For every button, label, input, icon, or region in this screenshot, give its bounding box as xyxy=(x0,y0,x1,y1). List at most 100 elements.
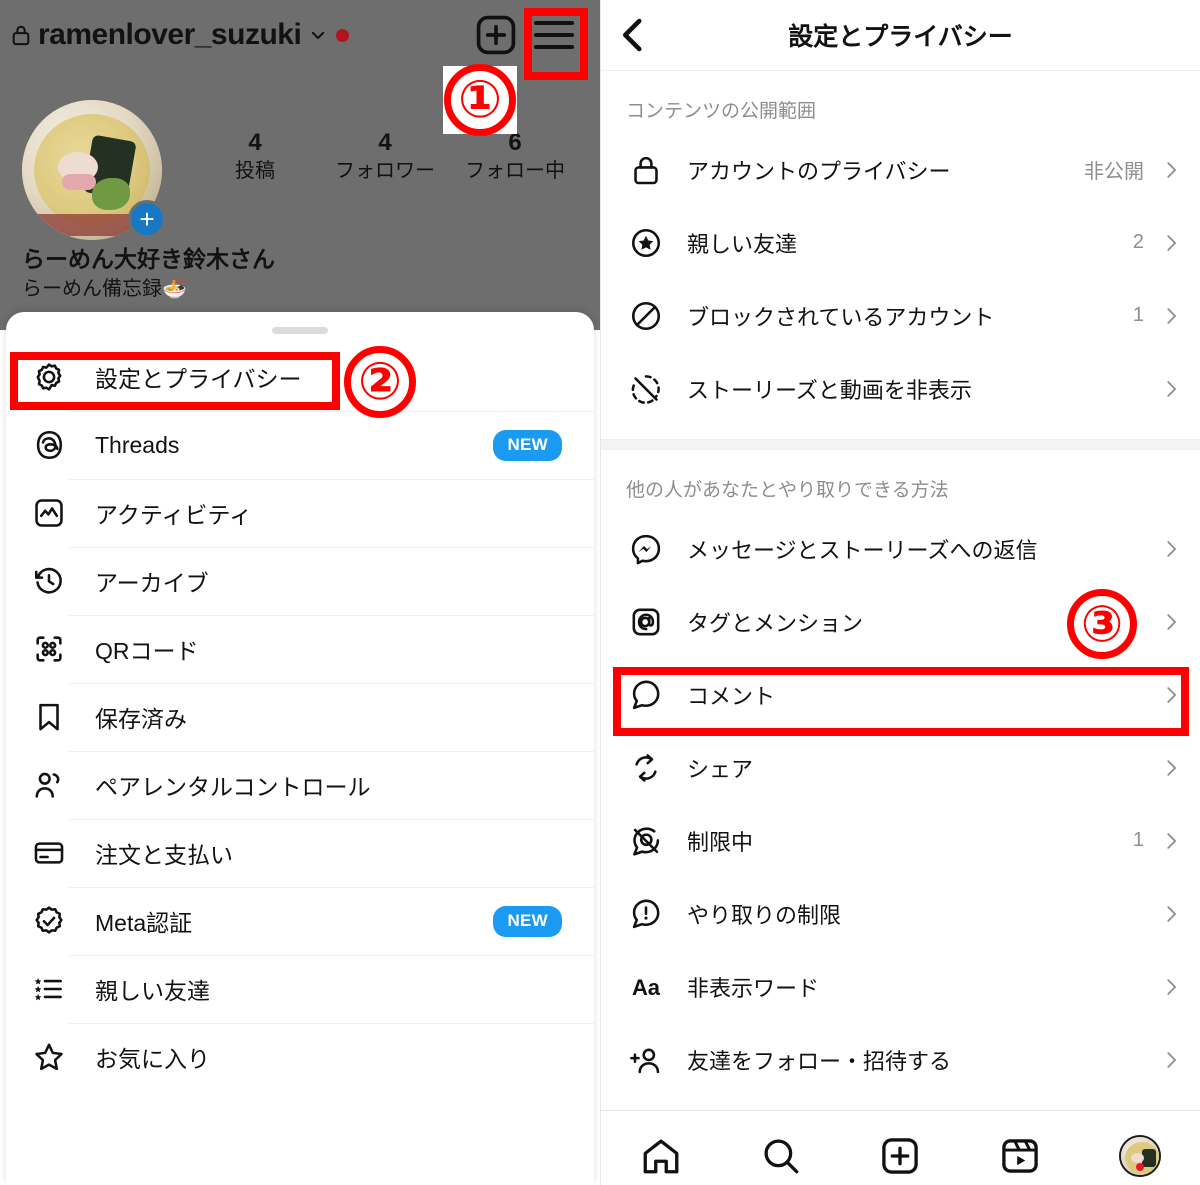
back-chevron-icon[interactable] xyxy=(613,14,655,56)
tab-home[interactable] xyxy=(601,1135,721,1177)
step-marker-2-text: ② xyxy=(357,352,403,412)
qr-code-icon-wrap xyxy=(28,628,70,670)
stat-posts[interactable]: 4 投稿 xyxy=(190,128,320,184)
menu-item-label: アクティビティ xyxy=(95,502,253,528)
bottom-tabbar xyxy=(601,1111,1200,1185)
plus-square-icon[interactable] xyxy=(474,13,518,57)
section-title-0: コンテンツの公開範囲 xyxy=(626,101,817,122)
settings-row-1-5[interactable]: やり取りの制限 xyxy=(601,877,1200,950)
add-friend-icon xyxy=(630,1048,660,1073)
add-story-plus-icon[interactable]: + xyxy=(128,200,166,238)
chevron-right-icon xyxy=(1167,234,1177,251)
step-marker-2: ② xyxy=(344,346,416,418)
profile-username[interactable]: ramenlover_suzuki xyxy=(38,18,302,52)
chevron-right-icon-wrap xyxy=(1160,611,1182,633)
avatar[interactable]: + xyxy=(22,100,166,240)
chevron-right-icon-wrap xyxy=(1160,1049,1182,1071)
settings-row-label: 非表示ワード xyxy=(687,975,820,1001)
stat-followers[interactable]: 4 フォロワー xyxy=(320,128,450,184)
bookmark-icon-wrap xyxy=(28,696,70,738)
lock-icon xyxy=(12,25,30,46)
menu-item-10[interactable]: お気に入り xyxy=(6,1023,594,1091)
archive-clock-icon xyxy=(34,567,62,594)
stat-following[interactable]: 6 フォロー中 xyxy=(450,128,580,184)
stat-followers-count: 4 xyxy=(378,129,392,156)
profile-bio: らーめん備忘録🍜 xyxy=(22,278,187,300)
parental-people-icon xyxy=(35,772,60,798)
menu-item-2[interactable]: アクティビティ xyxy=(6,479,594,547)
menu-item-label: 注文と支払い xyxy=(95,842,233,868)
verified-badge-icon-wrap xyxy=(28,900,70,942)
chevron-right-icon xyxy=(1167,759,1177,776)
bottom-sheet-menu: 設定とプライバシー Threads NEW アクティビティ アーカイブ QRコード 保存済み… xyxy=(6,312,594,1185)
bookmark-icon xyxy=(39,703,59,731)
tab-create[interactable] xyxy=(841,1135,961,1177)
tab-search[interactable] xyxy=(721,1135,841,1177)
settings-row-label: タグとメンション xyxy=(687,610,864,636)
menu-item-9[interactable]: 親しい友達 xyxy=(6,955,594,1023)
settings-row-value: 2 xyxy=(1132,231,1144,253)
credit-card-icon xyxy=(34,842,64,864)
highlight-box-hamburger xyxy=(524,8,588,80)
chevron-right-icon xyxy=(1167,380,1177,397)
settings-row-1-6[interactable]: Aa 非表示ワード xyxy=(601,950,1200,1023)
settings-row-1-7[interactable]: 友達をフォロー・招待する xyxy=(601,1023,1200,1096)
close-friends-star-icon xyxy=(631,228,661,257)
star-icon xyxy=(35,1043,63,1071)
menu-item-6[interactable]: ペアレンタルコントロール xyxy=(6,751,594,819)
limit-exclaim-icon xyxy=(632,899,660,928)
chevron-right-icon xyxy=(1167,832,1177,849)
reels-icon xyxy=(1002,1138,1039,1173)
chevron-down-icon[interactable] xyxy=(309,26,327,44)
stat-following-label: フォロー中 xyxy=(465,160,565,182)
chevron-right-icon-wrap xyxy=(1160,976,1182,998)
settings-row-label: やり取りの制限 xyxy=(687,902,842,928)
settings-row-0-0[interactable]: アカウントのプライバシー 非公開 xyxy=(601,133,1200,206)
tab-profile[interactable] xyxy=(1080,1134,1200,1177)
section-title-1: 他の人があなたとやり取りできる方法 xyxy=(626,480,949,501)
menu-item-5[interactable]: 保存済み xyxy=(6,683,594,751)
share-repost-icon-wrap xyxy=(625,747,667,789)
settings-row-1-0[interactable]: メッセージとストーリーズへの返信 xyxy=(601,512,1200,585)
menu-item-label: ペアレンタルコントロール xyxy=(95,774,371,800)
chevron-right-icon-wrap xyxy=(1160,830,1182,852)
chevron-right-icon-wrap xyxy=(1160,538,1182,560)
new-badge: NEW xyxy=(493,905,562,937)
settings-row-label: 制限中 xyxy=(687,829,754,855)
step-marker-1-text: ① xyxy=(457,70,503,130)
settings-row-0-3[interactable]: ストーリーズと動画を非表示 xyxy=(601,352,1200,425)
menu-item-3[interactable]: アーカイブ xyxy=(6,547,594,615)
profile-notification-dot-icon xyxy=(1136,1162,1145,1171)
chevron-right-icon-wrap xyxy=(1160,232,1182,254)
block-circle-icon xyxy=(631,301,661,330)
section-divider xyxy=(601,439,1200,450)
chevron-right-icon-wrap xyxy=(1160,757,1182,779)
profile-header: ramenlover_suzuki xyxy=(0,0,600,70)
share-repost-icon xyxy=(635,753,657,782)
screenshot-root: ramenlover_suzuki + 4 投稿 4 フォロワー 6 フォロー中… xyxy=(0,0,1200,1185)
left-phone-panel: ramenlover_suzuki + 4 投稿 4 フォロワー 6 フォロー中… xyxy=(0,0,600,1185)
settings-row-value: 非公開 xyxy=(1084,161,1144,183)
verified-badge-icon xyxy=(35,906,63,934)
settings-row-0-1[interactable]: 親しい友達 2 xyxy=(601,206,1200,279)
highlight-box-comment xyxy=(613,667,1189,736)
menu-list: 設定とプライバシー Threads NEW アクティビティ アーカイブ QRコード 保存済み… xyxy=(6,343,594,1091)
menu-item-1[interactable]: Threads NEW xyxy=(6,411,594,479)
settings-row-1-4[interactable]: 制限中 1 xyxy=(601,804,1200,877)
settings-row-label: シェア xyxy=(687,756,754,782)
settings-row-1-3[interactable]: シェア xyxy=(601,731,1200,804)
menu-item-label: 親しい友達 xyxy=(95,978,210,1004)
highlight-box-settings-privacy xyxy=(10,352,340,410)
menu-item-7[interactable]: 注文と支払い xyxy=(6,819,594,887)
threads-icon-wrap xyxy=(28,424,70,466)
menu-item-label: Meta認証 xyxy=(95,910,193,936)
tab-reels[interactable] xyxy=(960,1135,1080,1177)
menu-item-4[interactable]: QRコード xyxy=(6,615,594,683)
menu-item-8[interactable]: Meta認証 NEW xyxy=(6,887,594,955)
settings-row-0-2[interactable]: ブロックされているアカウント 1 xyxy=(601,279,1200,352)
menu-item-label: お気に入り xyxy=(95,1046,210,1072)
archive-clock-icon-wrap xyxy=(28,560,70,602)
block-circle-icon-wrap xyxy=(625,295,667,337)
close-friends-list-icon xyxy=(34,978,62,1001)
sheet-drag-handle[interactable] xyxy=(272,327,328,334)
